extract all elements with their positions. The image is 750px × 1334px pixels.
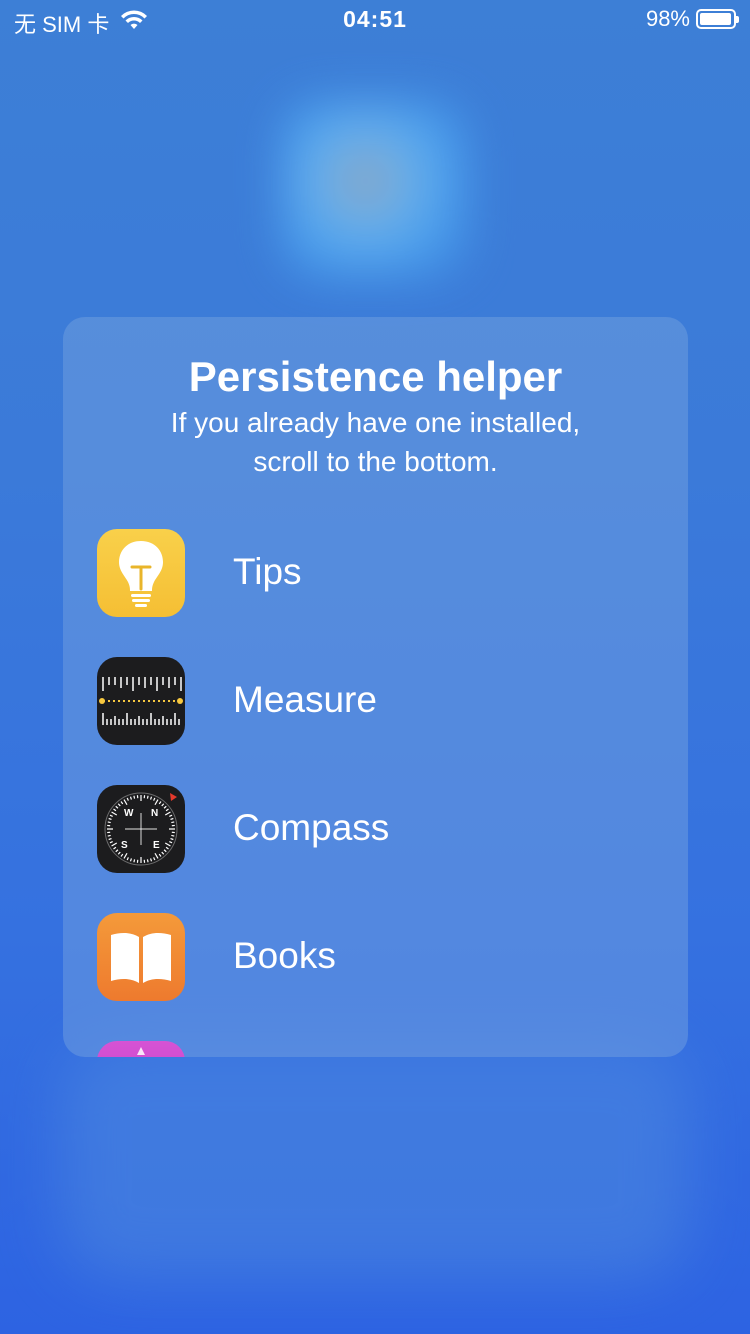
svg-text:S: S bbox=[121, 840, 128, 851]
compass-tick bbox=[111, 811, 118, 816]
svg-text:E: E bbox=[153, 840, 160, 851]
blurred-background-panel bbox=[60, 1040, 690, 1280]
compass-tick bbox=[150, 858, 153, 862]
compass-tick bbox=[171, 821, 175, 824]
app-row-books[interactable]: Books bbox=[63, 913, 688, 1005]
compass-tick bbox=[169, 814, 173, 817]
compass-tick bbox=[117, 803, 121, 807]
compass-tick bbox=[115, 805, 119, 809]
card-subtitle-line-2: scroll to the bottom. bbox=[253, 446, 498, 477]
compass-tick bbox=[153, 797, 156, 801]
battery-fill bbox=[700, 13, 732, 25]
app-label-compass: Compass bbox=[233, 807, 390, 848]
app-row-measure[interactable]: Measure bbox=[63, 657, 688, 749]
compass-tick bbox=[146, 795, 149, 799]
compass-tick bbox=[113, 808, 117, 812]
app-row-tips[interactable]: Tips bbox=[63, 529, 688, 621]
compass-tick bbox=[108, 838, 112, 841]
card-title: Persistence helper bbox=[188, 353, 563, 400]
compass-tick bbox=[146, 859, 149, 863]
app-label-tips: Tips bbox=[233, 551, 302, 592]
status-bar: 无 SIM 卡 04:51 98% bbox=[0, 0, 750, 40]
screen: 无 SIM 卡 04:51 98% Persistence helper If … bbox=[0, 0, 750, 1334]
compass-tick bbox=[154, 852, 159, 859]
compass-tick bbox=[158, 853, 162, 857]
app-label-measure: Measure bbox=[233, 679, 377, 720]
compass-tick bbox=[150, 796, 153, 800]
compass-tick bbox=[161, 851, 165, 855]
compass-tick bbox=[117, 851, 121, 855]
app-row-partial[interactable] bbox=[63, 1041, 688, 1057]
partial-app-icon bbox=[97, 1041, 185, 1057]
compass-tick bbox=[164, 811, 171, 816]
compass-tick bbox=[123, 852, 128, 859]
battery-icon bbox=[696, 9, 739, 29]
compass-tick bbox=[120, 801, 124, 805]
compass-tick bbox=[170, 838, 174, 841]
compass-tick bbox=[161, 803, 165, 807]
card-subtitle: If you already have one installed, scrol… bbox=[123, 403, 628, 481]
compass-tick bbox=[165, 846, 169, 850]
compass-tick bbox=[107, 834, 111, 837]
compass-tick bbox=[158, 801, 162, 805]
tips-lightbulb-icon bbox=[97, 529, 185, 617]
compass-tick bbox=[111, 842, 118, 847]
compass-tick bbox=[109, 841, 113, 844]
blurred-app-icon bbox=[280, 100, 470, 280]
compass-tick bbox=[163, 805, 167, 809]
compass-tick bbox=[133, 795, 136, 799]
measure-ruler-icon bbox=[97, 657, 185, 745]
compass-tick bbox=[120, 853, 124, 857]
compass-icon: W N S E bbox=[97, 785, 185, 873]
compass-tick bbox=[164, 842, 171, 847]
compass-tick bbox=[123, 799, 128, 806]
status-time: 04:51 bbox=[343, 6, 407, 32]
compass-tick bbox=[133, 859, 136, 863]
compass-tick bbox=[109, 814, 113, 817]
compass-tick bbox=[113, 846, 117, 850]
compass-tick bbox=[165, 808, 169, 812]
compass-tick bbox=[115, 849, 119, 853]
compass-tick bbox=[126, 797, 129, 801]
compass-tick bbox=[126, 857, 129, 861]
books-open-book-icon bbox=[97, 913, 185, 1001]
svg-text:W: W bbox=[124, 808, 134, 819]
status-right: 98% bbox=[645, 6, 739, 32]
svg-text:N: N bbox=[151, 808, 158, 819]
compass-tick bbox=[153, 857, 156, 861]
compass-tick bbox=[108, 817, 112, 820]
card-subtitle-line-1: If you already have one installed, bbox=[170, 407, 581, 438]
compass-tick bbox=[169, 841, 173, 844]
battery-percent: 98% bbox=[645, 6, 690, 31]
compass-tick bbox=[163, 849, 167, 853]
compass-tick bbox=[129, 796, 132, 800]
compass-tick bbox=[129, 858, 132, 862]
compass-tick bbox=[171, 834, 175, 837]
persistence-helper-card: Persistence helper If you already have o… bbox=[63, 317, 688, 1057]
app-label-books: Books bbox=[233, 935, 336, 976]
compass-tick bbox=[107, 821, 111, 824]
compass-tick bbox=[154, 799, 159, 806]
app-row-compass[interactable]: W N S E Compass bbox=[63, 785, 688, 877]
compass-tick bbox=[170, 817, 174, 820]
